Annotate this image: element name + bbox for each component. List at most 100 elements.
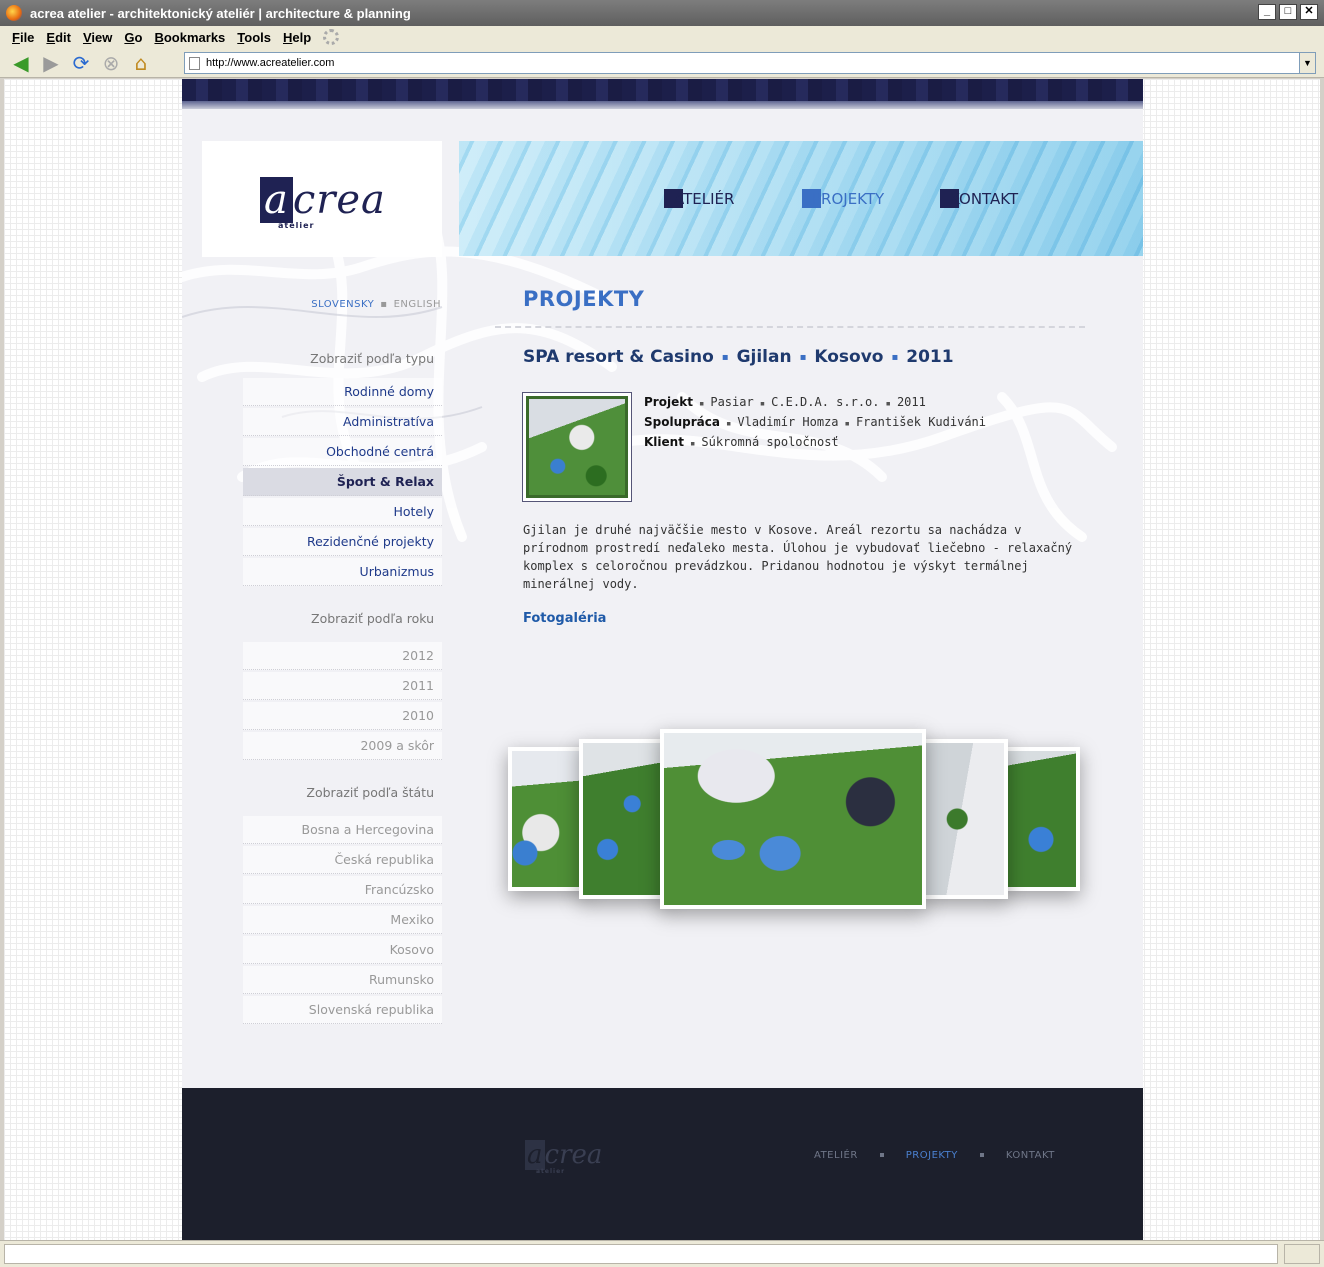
navigation-toolbar: ◀ ▶ ⟳ ⊗ ⌂ http://www.acreatelier.com ▼ [0, 48, 1324, 78]
filter-type-item[interactable]: Administratíva [243, 408, 442, 436]
page-icon [189, 56, 200, 70]
address-url: http://www.acreatelier.com [206, 57, 335, 69]
firefox-icon [6, 5, 22, 21]
meta-spolupraca-row: Spolupráca ▪ Vladimír Homza ▪ František Kudi… [644, 415, 986, 429]
menu-view[interactable]: View [77, 30, 118, 45]
filter-year-item[interactable]: 2010 [243, 702, 442, 730]
project-country: Kosovo [814, 347, 884, 367]
site-logo[interactable]: a crea [260, 177, 386, 223]
filter-year-item[interactable]: 2009 a skôr [243, 732, 442, 760]
menu-bar: File Edit View Go Bookmarks Tools Help [0, 26, 1324, 48]
footer-logo-subtitle: atelier [536, 1168, 566, 1175]
window-title: acrea atelier - architektonický ateliér … [30, 5, 411, 21]
page-title: PROJEKTY [523, 287, 645, 311]
stop-icon[interactable]: ⊗ [98, 51, 124, 75]
footer-nav-kontakt[interactable]: KONTAKT [1006, 1150, 1055, 1161]
filter-country-item[interactable]: Francúzsko [243, 876, 442, 904]
meta-klient-label: Klient [644, 435, 684, 449]
project-meta: Projekt ▪ Pasiar ▪ C.E.D.A. s.r.o. ▪ 2011 Spol… [644, 393, 986, 453]
gallery-image[interactable] [508, 747, 588, 891]
minimize-button[interactable]: _ [1258, 4, 1276, 20]
filter-type-item[interactable]: Rezidenčné projekty [243, 528, 442, 556]
meta-projekt-label: Projekt [644, 395, 693, 409]
browser-viewport: a crea atelier ATELIÉR PROJEKTY KONTAKT S… [4, 79, 1320, 1240]
project-year: 2011 [906, 347, 954, 367]
menu-go[interactable]: Go [118, 30, 148, 45]
footer-nav-atelier[interactable]: ATELIÉR [814, 1150, 858, 1161]
meta-projekt-row: Projekt ▪ Pasiar ▪ C.E.D.A. s.r.o. ▪ 2011 [644, 395, 926, 409]
gallery-heading: Fotogaléria [523, 611, 607, 626]
filter-country-item[interactable]: Česká republika [243, 846, 442, 874]
maximize-button[interactable]: □ [1279, 4, 1297, 20]
filter-year-item[interactable]: 2012 [243, 642, 442, 670]
filter-country-item[interactable]: Slovenská republika [243, 996, 442, 1024]
filter-type-item[interactable]: Obchodné centrá [243, 438, 442, 466]
throbber-icon [323, 29, 340, 45]
back-arrow-icon[interactable]: ◀ [8, 51, 34, 75]
lang-separator: ▪ [380, 299, 388, 310]
forward-arrow-icon[interactable]: ▶ [38, 51, 64, 75]
lang-english[interactable]: ENGLISH [394, 299, 441, 310]
language-switcher: SLOVENSKY ▪ ENGLISH [311, 299, 441, 310]
filter-type-item[interactable]: Rodinné domy [243, 378, 442, 406]
footer-nav-projekty[interactable]: PROJEKTY [906, 1150, 958, 1161]
footer-nav-separator [879, 1153, 884, 1157]
project-thumbnail[interactable] [522, 392, 632, 502]
meta-klient-row: Klient ▪ Súkromná spoločnosť [644, 435, 839, 449]
menu-edit[interactable]: Edit [40, 30, 77, 45]
thumbnail-image [529, 399, 625, 495]
footer-nav: ATELIÉR PROJEKTY KONTAKT [814, 1150, 1055, 1161]
gallery-image[interactable] [1002, 747, 1080, 891]
web-page: a crea atelier ATELIÉR PROJEKTY KONTAKT S… [182, 79, 1143, 1240]
menu-tools[interactable]: Tools [231, 30, 277, 45]
top-banner-strip [182, 79, 1143, 109]
close-button[interactable]: ✕ [1300, 4, 1318, 20]
project-description: Gjilan je druhé najväčšie mesto v Kosove… [523, 523, 1073, 591]
filter-year-item[interactable]: 2011 [243, 672, 442, 700]
project-title: SPA resort & Casino ▪ Gjilan ▪ Kosovo ▪ 2011 [523, 347, 954, 367]
status-bar [0, 1240, 1324, 1267]
project-city: Gjilan [736, 347, 792, 367]
header-banner-image: ATELIÉR PROJEKTY KONTAKT [459, 141, 1143, 256]
address-dropdown-icon[interactable]: ▼ [1299, 53, 1315, 73]
nav-atelier-label: ATELIÉR [674, 190, 735, 208]
filter-country-item[interactable]: Kosovo [243, 936, 442, 964]
title-divider [495, 326, 1085, 328]
address-bar[interactable]: http://www.acreatelier.com ▼ [184, 52, 1316, 74]
lang-slovensky[interactable]: SLOVENSKY [311, 299, 374, 310]
filter-type-item[interactable]: Urbanizmus [243, 558, 442, 586]
filter-country-item[interactable]: Mexiko [243, 906, 442, 934]
site-footer: acrea atelier ATELIÉR PROJEKTY KONTAKT [182, 1088, 1143, 1240]
title-separator: ▪ [799, 351, 807, 363]
status-text-field [4, 1244, 1278, 1264]
reload-icon[interactable]: ⟳ [68, 51, 94, 75]
nav-kontakt[interactable]: KONTAKT [940, 189, 1018, 208]
nav-atelier[interactable]: ATELIÉR [664, 189, 734, 208]
logo-subtitle: atelier [278, 221, 315, 230]
filter-year-heading: Zobraziť podľa roku [311, 611, 434, 626]
meta-spolupraca-label: Spolupráca [644, 415, 720, 429]
home-icon[interactable]: ⌂ [128, 51, 154, 75]
menu-file[interactable]: File [6, 30, 40, 45]
project-name: SPA resort & Casino [523, 347, 714, 367]
filter-country-item[interactable]: Bosna a Hercegovina [243, 816, 442, 844]
window-titlebar: acrea atelier - architektonický ateliér … [0, 0, 1324, 26]
filter-country-heading: Zobraziť podľa štátu [306, 785, 434, 800]
footer-logo[interactable]: acrea [525, 1140, 602, 1170]
logo-box[interactable]: a crea atelier [202, 141, 442, 257]
filter-type-item-active[interactable]: Šport & Relax [243, 468, 442, 496]
gallery-image[interactable] [579, 739, 669, 899]
filter-type-item[interactable]: Hotely [243, 498, 442, 526]
nav-kontakt-label: KONTAKT [950, 190, 1019, 208]
gallery-image[interactable] [922, 739, 1008, 899]
menu-help[interactable]: Help [277, 30, 317, 45]
title-separator: ▪ [721, 351, 729, 363]
title-separator: ▪ [891, 351, 899, 363]
menu-bookmarks[interactable]: Bookmarks [148, 30, 231, 45]
nav-projekty[interactable]: PROJEKTY [802, 189, 884, 208]
filter-type-heading: Zobraziť podľa typu [310, 351, 434, 366]
resize-grip[interactable] [1284, 1244, 1320, 1264]
gallery-image-active[interactable] [660, 729, 926, 909]
nav-projekty-label: PROJEKTY [812, 190, 885, 208]
filter-country-item[interactable]: Rumunsko [243, 966, 442, 994]
